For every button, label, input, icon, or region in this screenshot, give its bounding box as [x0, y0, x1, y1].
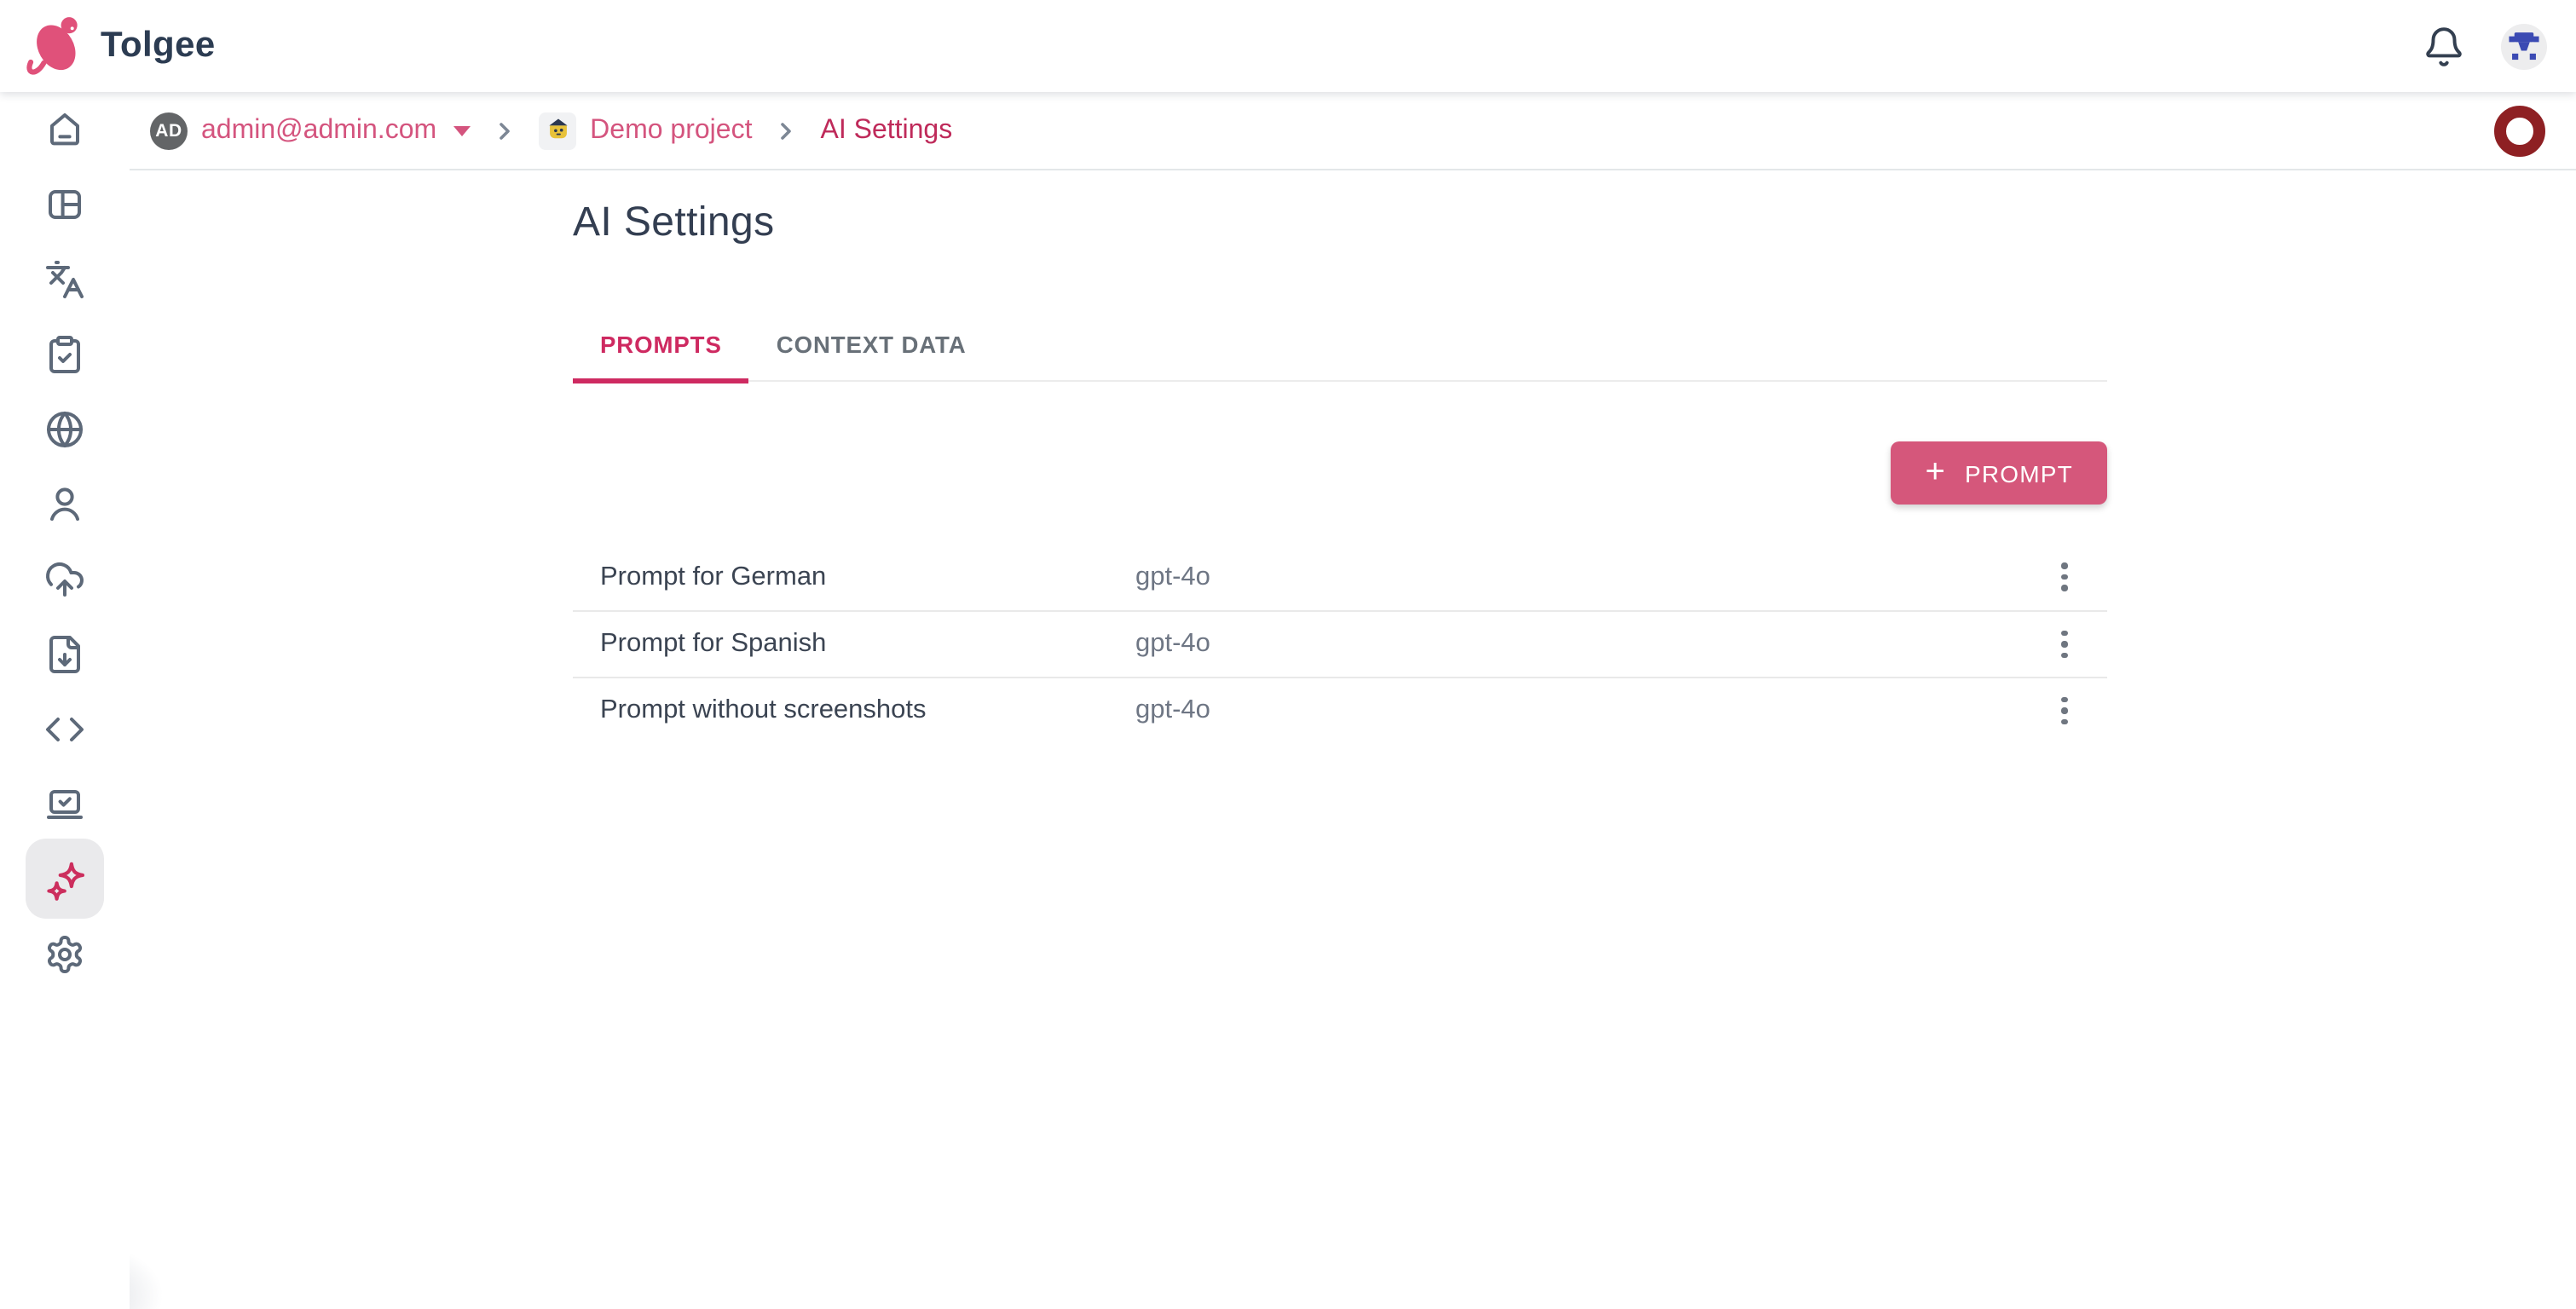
prompt-list: Prompt for German gpt-4o Prompt for Span…	[573, 544, 2107, 743]
breadcrumb-project-link[interactable]: Demo project	[539, 112, 752, 149]
prompt-row[interactable]: Prompt for Spanish gpt-4o	[573, 610, 2107, 677]
user-icon	[44, 484, 85, 525]
topbar-actions	[2411, 14, 2547, 78]
main-content: AI Settings PROMPTS CONTEXT DATA + PROMP…	[573, 170, 2107, 743]
sidebar-item-members[interactable]	[0, 467, 130, 542]
prompt-model: gpt-4o	[1135, 695, 2022, 726]
tab-bar: PROMPTS CONTEXT DATA	[573, 307, 2107, 382]
tab-prompts[interactable]: PROMPTS	[573, 307, 749, 382]
dashboard-icon	[44, 184, 85, 225]
project-name: Demo project	[590, 115, 752, 146]
sidebar-item-developer[interactable]	[0, 692, 130, 767]
user-email: admin@admin.com	[201, 115, 436, 146]
sidebar-item-languages[interactable]	[0, 392, 130, 467]
translate-icon	[44, 259, 85, 300]
loading-spinner	[2494, 105, 2545, 156]
app-root: Tolgee	[0, 0, 2576, 1309]
code-icon	[44, 709, 85, 750]
prompt-model: gpt-4o	[1135, 562, 2022, 592]
laptop-check-icon	[44, 784, 85, 825]
page-title: AI Settings	[573, 170, 2107, 247]
user-menu-breadcrumb[interactable]: AD admin@admin.com	[150, 112, 471, 149]
notifications-button[interactable]	[2411, 14, 2475, 78]
sidebar-item-export[interactable]	[0, 617, 130, 692]
prompt-name: Prompt without screenshots	[600, 695, 1135, 726]
chevron-down-icon	[453, 125, 471, 136]
row-menu-button[interactable]	[2036, 548, 2094, 606]
sidebar-item-ai[interactable]	[0, 842, 130, 917]
prompt-name: Prompt for German	[600, 562, 1135, 592]
row-menu-button[interactable]	[2036, 615, 2094, 673]
sidebar-item-home[interactable]	[0, 92, 130, 167]
home-icon	[44, 109, 85, 150]
sidebar-item-settings[interactable]	[0, 917, 130, 992]
user-initials-avatar: AD	[150, 112, 188, 149]
project-sidebar	[0, 92, 130, 1309]
gear-icon	[44, 934, 85, 975]
breadcrumb: AD admin@admin.com Demo project AI Setti…	[130, 92, 2576, 170]
cloud-upload-icon	[44, 559, 85, 600]
breadcrumb-separator-icon	[772, 117, 800, 144]
plus-icon: +	[1925, 454, 1946, 488]
sparkles-icon	[43, 858, 86, 901]
sidebar-item-translations[interactable]	[0, 242, 130, 317]
sidebar-item-tasks[interactable]	[0, 317, 130, 392]
add-prompt-button[interactable]: + PROMPT	[1891, 441, 2107, 505]
sidebar-item-dashboard[interactable]	[0, 167, 130, 242]
tab-context-data[interactable]: CONTEXT DATA	[749, 307, 994, 382]
breadcrumb-separator-icon	[491, 117, 518, 144]
prompt-row[interactable]: Prompt for German gpt-4o	[573, 544, 2107, 610]
top-bar: Tolgee	[0, 0, 2576, 92]
file-download-icon	[44, 634, 85, 675]
bell-icon	[2422, 25, 2464, 67]
prompt-model: gpt-4o	[1135, 629, 2022, 660]
prompt-name: Prompt for Spanish	[600, 629, 1135, 660]
clipboard-check-icon	[44, 334, 85, 375]
prompt-row[interactable]: Prompt without screenshots gpt-4o	[573, 677, 2107, 743]
sidebar-item-import[interactable]	[0, 542, 130, 617]
identicon-icon	[2501, 23, 2547, 69]
sidebar-item-integrate[interactable]	[0, 767, 130, 842]
project-avatar-icon	[539, 112, 576, 149]
globe-icon	[44, 409, 85, 450]
row-menu-button[interactable]	[2036, 682, 2094, 740]
add-prompt-label: PROMPT	[1965, 459, 2073, 487]
brand-name: Tolgee	[101, 26, 216, 66]
tolgee-mouse-logo-icon	[24, 12, 85, 80]
brand-link[interactable]: Tolgee	[24, 12, 216, 80]
user-menu-avatar[interactable]	[2501, 23, 2547, 69]
breadcrumb-current-page: AI Settings	[820, 115, 952, 146]
